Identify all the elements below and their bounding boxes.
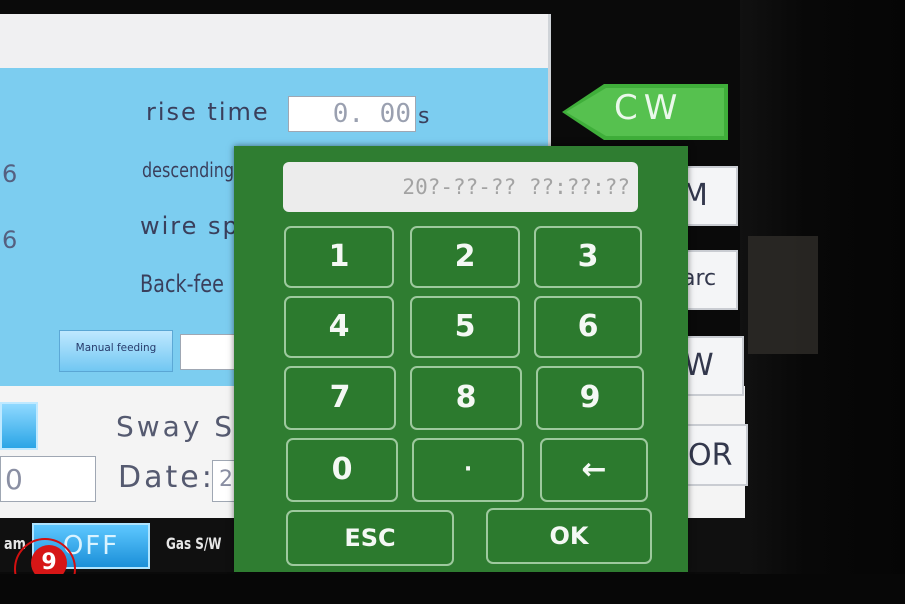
- date-value: 2: [219, 467, 233, 492]
- rise-time-label: rise time: [146, 98, 270, 126]
- key-3[interactable]: 3: [534, 226, 642, 288]
- left-digit-1: 6: [2, 160, 18, 188]
- descending-label: descending: [142, 158, 235, 182]
- rise-time-unit: s: [418, 104, 430, 129]
- key-backspace[interactable]: ←: [540, 438, 648, 502]
- sway-label: Sway S/: [116, 410, 248, 443]
- side-button-or-label: OR: [688, 438, 733, 473]
- rise-time-value: 0. 00: [332, 99, 411, 129]
- key-5[interactable]: 5: [410, 296, 520, 358]
- key-4[interactable]: 4: [284, 296, 394, 358]
- panel-header: [0, 14, 551, 68]
- date-label: Date:: [118, 460, 215, 495]
- side-button-w-label: W: [684, 348, 714, 383]
- key-9[interactable]: 9: [536, 366, 644, 430]
- device-screen: rise time 0. 00 s 6 descending 6 wire sp…: [0, 0, 905, 604]
- manual-feeding-field[interactable]: [180, 334, 242, 370]
- left-blue-button[interactable]: [0, 402, 38, 450]
- cw-label: CW: [614, 88, 684, 128]
- left-digit-2: 6: [2, 226, 18, 254]
- key-0[interactable]: 0: [286, 438, 398, 502]
- keypad-display: 20?-??-?? ??:??:??: [283, 162, 638, 212]
- wire-speed-label: wire sp: [140, 212, 240, 240]
- key-7[interactable]: 7: [284, 366, 396, 430]
- key-1[interactable]: 1: [284, 226, 394, 288]
- key-6[interactable]: 6: [534, 296, 642, 358]
- side-button-or[interactable]: OR: [680, 424, 748, 486]
- key-decimal-point[interactable]: ·: [412, 438, 524, 502]
- manual-feeding-button[interactable]: Manual feeding: [59, 330, 173, 372]
- left-value-text: 0: [5, 463, 23, 496]
- backfeed-label: Back-fee: [140, 270, 224, 298]
- ok-button[interactable]: OK: [486, 508, 652, 564]
- key-8[interactable]: 8: [410, 366, 522, 430]
- gas-switch-label: Gas S/W: [166, 534, 222, 553]
- esc-button[interactable]: ESC: [286, 510, 454, 566]
- key-2[interactable]: 2: [410, 226, 520, 288]
- rise-time-field[interactable]: 0. 00: [288, 96, 416, 132]
- tape-patch: [748, 236, 818, 354]
- backspace-arrow-icon: ←: [581, 452, 607, 487]
- bezel-bottom: [0, 574, 905, 604]
- left-value-field[interactable]: 0: [0, 456, 96, 502]
